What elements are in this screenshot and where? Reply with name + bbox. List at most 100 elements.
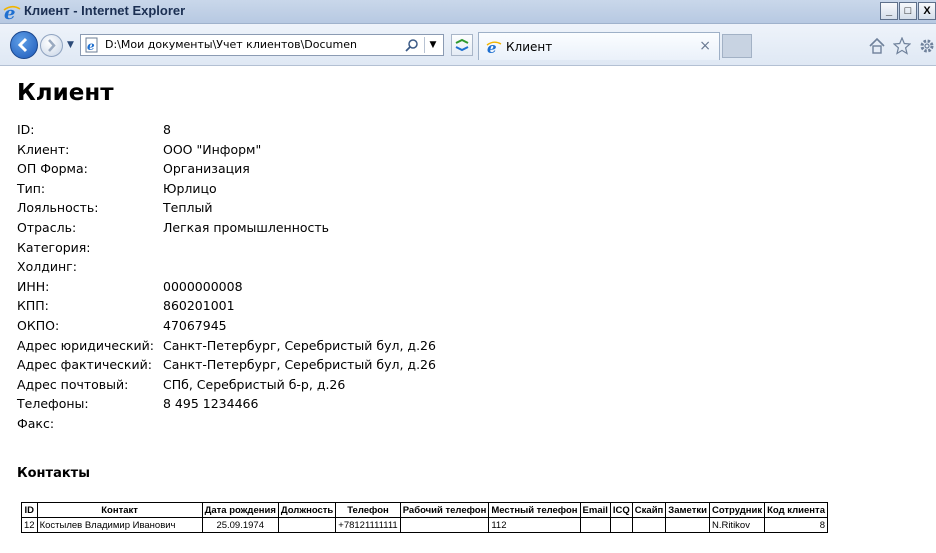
field-value: 8 (163, 122, 171, 137)
column-header: Контакт (36, 502, 203, 518)
field-value: Легкая промышленность (163, 219, 330, 235)
home-icon[interactable] (868, 37, 886, 55)
address-input[interactable]: D:\Мои документы\Учет клиентов\Documen (105, 38, 385, 51)
field-label: Адрес фактический: (17, 357, 152, 373)
column-header: Скайп (631, 502, 667, 518)
close-button[interactable]: X (918, 2, 936, 20)
field-value: Организация (163, 161, 250, 177)
tab-client[interactable]: e Клиент × (478, 32, 720, 60)
tab-close-icon[interactable]: × (699, 38, 711, 54)
star-icon[interactable] (893, 37, 911, 55)
field-row-category: Категория: (17, 240, 436, 260)
field-row-holding: Холдинг: (17, 259, 436, 279)
field-row-inn: ИНН: 0000000008 (17, 279, 436, 299)
contacts-table: ID Контакт Дата рождения Должность Телеф… (21, 502, 828, 533)
column-header: Заметки (665, 502, 710, 518)
address-bar[interactable]: e D:\Мои документы\Учет клиентов\Documen… (80, 34, 444, 56)
table-cell: 25.09.1974 (201, 517, 279, 533)
contacts-heading: Контакты (17, 466, 90, 481)
navigation-bar: ▼ e D:\Мои документы\Учет клиентов\Docum… (0, 24, 936, 66)
svg-text:e: e (487, 39, 497, 55)
column-header: Рабочий телефон (399, 502, 490, 518)
page-icon: e (85, 37, 98, 53)
svg-text:e: e (4, 3, 15, 21)
table-cell: 112 (488, 517, 581, 533)
field-value: ООО "Информ" (163, 141, 262, 157)
ie-icon: e (3, 3, 21, 21)
history-dropdown[interactable]: ▼ (67, 40, 74, 50)
field-label: ОП Форма: (17, 161, 88, 177)
compatibility-view-button[interactable] (451, 34, 473, 56)
field-row-type: Тип: Юрлицо (17, 181, 436, 201)
table-cell: 12 (21, 517, 38, 533)
field-label: Холдинг: (17, 259, 77, 275)
column-header: Местный телефон (488, 502, 581, 518)
field-label: ИНН: (17, 278, 50, 294)
field-value: 860201001 (163, 298, 235, 314)
window-title: Клиент - Internet Explorer (24, 3, 186, 18)
search-icon[interactable] (405, 38, 419, 52)
tab-label: Клиент (506, 40, 553, 54)
field-value: Санкт-Петербург, Серебристый бул, д.26 (163, 337, 436, 353)
client-details: ID: 8 Клиент: ООО "Информ" ОП Форма: Органи… (17, 122, 436, 436)
ie-icon: e (486, 39, 502, 55)
maximize-button[interactable]: □ (899, 2, 917, 20)
table-cell: 8 (764, 517, 828, 533)
field-label: Тип: (17, 180, 46, 196)
table-cell (579, 517, 611, 533)
field-row-okpo: ОКПО: 47067945 (17, 318, 436, 338)
field-label: КПП: (17, 298, 49, 314)
new-tab-button[interactable] (722, 34, 752, 58)
page-content: Клиент ID: 8 Клиент: ООО "Информ" ОП Форма… (0, 66, 936, 553)
address-dropdown[interactable]: ▼ (424, 37, 441, 53)
table-header-row: ID Контакт Дата рождения Должность Телеф… (21, 502, 828, 518)
field-value: 8 495 1234466 (163, 396, 259, 412)
table-row: 12 Костылев Владимир Иванович 25.09.1974… (21, 517, 828, 533)
column-header: Код клиента (764, 502, 828, 518)
field-value: Санкт-Петербург, Серебристый бул, д.26 (163, 357, 436, 373)
field-row-loyalty: Лояльность: Теплый (17, 200, 436, 220)
column-header: ICQ (609, 502, 633, 518)
field-label: Лояльность: (17, 200, 99, 216)
field-row-client: Клиент: ООО "Информ" (17, 142, 436, 162)
table-cell (609, 517, 633, 533)
field-value: 47067945 (163, 317, 227, 333)
field-label: Адрес юридический: (17, 337, 154, 353)
gear-icon[interactable] (918, 37, 936, 55)
minimize-button[interactable]: _ (880, 2, 898, 20)
field-row-form: ОП Форма: Организация (17, 161, 436, 181)
field-row-phones: Телефоны: 8 495 1234466 (17, 396, 436, 416)
title-bar: e Клиент - Internet Explorer _ □ X (0, 0, 936, 24)
field-value: СПб, Серебристый б-р, д.26 (163, 376, 346, 392)
table-cell (631, 517, 667, 533)
forward-button[interactable] (40, 34, 63, 57)
back-button[interactable] (10, 31, 38, 59)
column-header: ID (21, 502, 38, 518)
field-label: Телефоны: (17, 396, 89, 412)
field-row-postal-address: Адрес почтовый: СПб, Серебристый б-р, д.2… (17, 377, 436, 397)
field-label: ID: (17, 122, 35, 137)
field-label: Отрасль: (17, 219, 77, 235)
window-controls: _ □ X (879, 2, 936, 22)
table-cell: +78121111111 (335, 517, 401, 533)
field-row-industry: Отрасль: Легкая промышленность (17, 220, 436, 240)
forward-icon (48, 39, 56, 52)
table-cell (277, 517, 337, 533)
field-label: Клиент: (17, 141, 70, 157)
field-label: Категория: (17, 239, 91, 255)
table-cell: Костылев Владимир Иванович (36, 517, 203, 533)
field-row-actual-address: Адрес фактический: Санкт-Петербург, Сереб… (17, 357, 436, 377)
field-label: Адрес почтовый: (17, 376, 129, 392)
compatibility-icon (455, 38, 469, 52)
field-row-legal-address: Адрес юридический: Санкт-Петербург, Сереб… (17, 338, 436, 358)
field-value: Теплый (163, 200, 213, 216)
field-row-id: ID: 8 (17, 122, 436, 142)
page-title: Клиент (17, 80, 114, 106)
field-value: 0000000008 (163, 278, 243, 294)
table-cell (399, 517, 490, 533)
table-cell (665, 517, 710, 533)
column-header: Дата рождения (201, 502, 279, 518)
table-cell: N.Ritikov (708, 517, 766, 533)
field-row-fax: Факс: (17, 416, 436, 436)
back-icon (17, 37, 28, 53)
